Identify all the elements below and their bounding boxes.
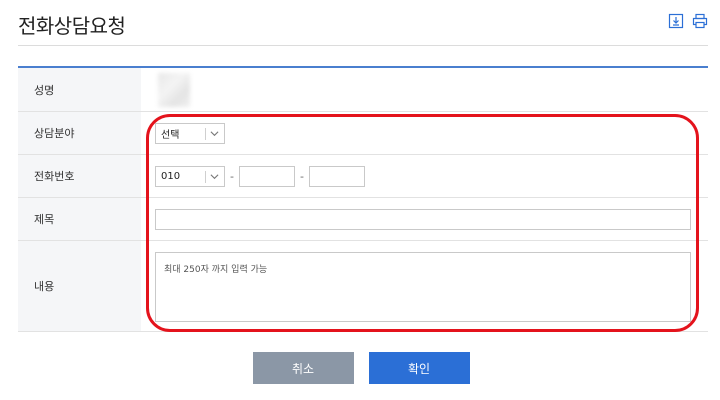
content-label: 내용 bbox=[18, 241, 141, 331]
subject-label: 제목 bbox=[18, 198, 141, 240]
phone-dash: - bbox=[230, 169, 234, 183]
header-icons bbox=[668, 13, 708, 29]
chevron-down-icon bbox=[210, 130, 219, 136]
phone-middle-input[interactable] bbox=[239, 165, 295, 187]
chevron-down-icon bbox=[210, 173, 219, 179]
phone-prefix-select[interactable]: 010 bbox=[155, 165, 225, 187]
row-phone: 전화번호 010 - - bbox=[18, 155, 708, 198]
page-title: 전화상담요청 bbox=[18, 14, 126, 38]
print-icon[interactable] bbox=[692, 13, 708, 29]
phone-label: 전화번호 bbox=[18, 155, 141, 197]
consult-field-label: 상담분야 bbox=[18, 112, 141, 154]
cancel-button[interactable]: 취소 bbox=[252, 352, 354, 384]
phone-dash: - bbox=[300, 169, 304, 183]
row-subject: 제목 bbox=[18, 198, 708, 241]
content-textarea[interactable]: 최대 250자 까지 입력 가능 bbox=[155, 252, 691, 322]
button-bar: 취소 확인 bbox=[0, 352, 720, 384]
consult-form: 성명 상담분야 선택 전화번호 010 - - 제목 내용 최대 250자 까지… bbox=[18, 66, 708, 332]
consult-field-selected: 선택 bbox=[161, 129, 180, 141]
row-consult-field: 상담분야 선택 bbox=[18, 112, 708, 155]
page-header: 전화상담요청 bbox=[18, 0, 708, 46]
download-icon[interactable] bbox=[668, 13, 684, 29]
subject-input[interactable] bbox=[155, 208, 691, 230]
phone-group: 010 - - bbox=[155, 165, 365, 187]
consult-field-select[interactable]: 선택 bbox=[155, 122, 225, 144]
phone-prefix-value: 010 bbox=[161, 170, 181, 182]
name-value-blurred bbox=[158, 72, 190, 107]
row-name: 성명 bbox=[18, 68, 708, 112]
phone-last-input[interactable] bbox=[309, 165, 365, 187]
name-label: 성명 bbox=[18, 68, 141, 111]
content-placeholder: 최대 250자 까지 입력 가능 bbox=[164, 265, 268, 275]
row-content: 내용 최대 250자 까지 입력 가능 bbox=[18, 241, 708, 332]
confirm-button[interactable]: 확인 bbox=[368, 352, 470, 384]
